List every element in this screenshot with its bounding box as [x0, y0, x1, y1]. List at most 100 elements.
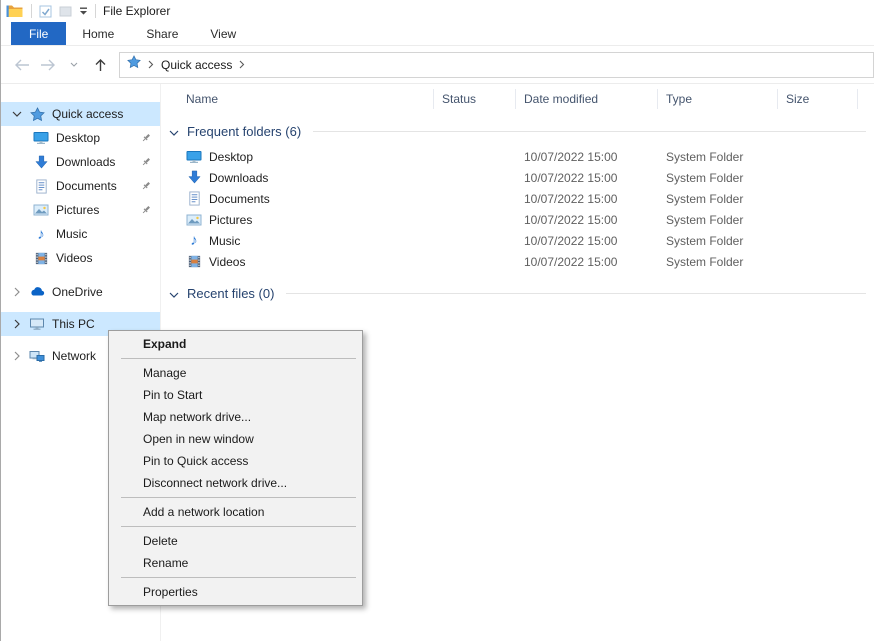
- menu-item-pin-to-quick-access[interactable]: Pin to Quick access: [109, 450, 362, 472]
- documents-icon: [186, 191, 202, 207]
- pin-icon: [140, 180, 152, 195]
- tab-home[interactable]: Home: [66, 22, 130, 45]
- window-title: File Explorer: [103, 4, 170, 18]
- new-folder-icon[interactable]: [59, 5, 72, 18]
- group-header-recent-files[interactable]: Recent files (0): [169, 282, 866, 304]
- sidebar-item-downloads[interactable]: Downloads: [1, 150, 160, 174]
- column-header-status[interactable]: Status: [434, 89, 516, 109]
- sidebar-item-label: Desktop: [56, 131, 100, 145]
- sidebar-item-desktop[interactable]: Desktop: [1, 126, 160, 150]
- forward-button[interactable]: [35, 52, 61, 78]
- sidebar-item-quick-access[interactable]: Quick access: [1, 102, 160, 126]
- menu-item-pin-to-start[interactable]: Pin to Start: [109, 384, 362, 406]
- column-header-type[interactable]: Type: [658, 89, 778, 109]
- file-type: System Folder: [658, 230, 778, 251]
- menu-item-disconnect-network-drive[interactable]: Disconnect network drive...: [109, 472, 362, 494]
- file-type: System Folder: [658, 167, 778, 188]
- file-type: System Folder: [658, 209, 778, 230]
- chevron-down-icon[interactable]: [169, 124, 179, 139]
- group-rule: [313, 131, 866, 132]
- file-type: System Folder: [658, 251, 778, 272]
- file-row-music[interactable]: ♪ Music 10/07/2022 15:00 System Folder: [161, 230, 874, 251]
- menu-item-add-a-network-location[interactable]: Add a network location: [109, 501, 362, 523]
- file-type: System Folder: [658, 146, 778, 167]
- sidebar-item-label: Videos: [56, 251, 92, 265]
- file-row-videos[interactable]: Videos 10/07/2022 15:00 System Folder: [161, 251, 874, 272]
- file-name: Downloads: [209, 171, 268, 185]
- file-status: [434, 209, 516, 230]
- file-row-documents[interactable]: Documents 10/07/2022 15:00 System Folder: [161, 188, 874, 209]
- tab-file[interactable]: File: [11, 22, 66, 45]
- file-status: [434, 230, 516, 251]
- pictures-icon: [33, 202, 49, 218]
- menu-separator: [121, 497, 356, 498]
- properties-icon[interactable]: [39, 5, 52, 18]
- file-row-pictures[interactable]: Pictures 10/07/2022 15:00 System Folder: [161, 209, 874, 230]
- file-row-downloads[interactable]: Downloads 10/07/2022 15:00 System Folder: [161, 167, 874, 188]
- tab-share[interactable]: Share: [130, 22, 194, 45]
- file-date-modified: 10/07/2022 15:00: [516, 167, 658, 188]
- file-date-modified: 10/07/2022 15:00: [516, 209, 658, 230]
- chevron-down-icon[interactable]: [169, 286, 179, 301]
- column-header-name[interactable]: Name: [161, 89, 434, 109]
- group-label: Frequent folders (6): [187, 124, 301, 139]
- breadcrumb-chevron-icon[interactable]: [148, 56, 154, 74]
- desktop-icon: [33, 130, 49, 146]
- sidebar-item-label: OneDrive: [52, 285, 103, 299]
- back-button[interactable]: [9, 52, 35, 78]
- file-date-modified: 10/07/2022 15:00: [516, 146, 658, 167]
- sidebar-item-videos[interactable]: Videos: [1, 246, 160, 270]
- menu-separator: [121, 577, 356, 578]
- ribbon-tabs: File Home Share View: [1, 22, 874, 46]
- quick-access-star-icon: [29, 106, 45, 122]
- downloads-icon: [186, 170, 202, 186]
- menu-item-rename[interactable]: Rename: [109, 552, 362, 574]
- breadcrumb-item[interactable]: Quick access: [161, 58, 232, 72]
- menu-item-expand[interactable]: Expand: [109, 333, 362, 355]
- chevron-right-icon[interactable]: [10, 351, 24, 361]
- chevron-down-icon[interactable]: [10, 111, 24, 117]
- group-rule: [286, 293, 866, 294]
- sidebar-item-onedrive[interactable]: OneDrive: [1, 280, 160, 304]
- sidebar-item-label: Pictures: [56, 203, 99, 217]
- address-bar: Quick access: [1, 46, 874, 84]
- column-header-size[interactable]: Size: [778, 89, 858, 109]
- menu-separator: [121, 358, 356, 359]
- file-date-modified: 10/07/2022 15:00: [516, 251, 658, 272]
- chevron-right-icon[interactable]: [10, 319, 24, 329]
- pin-icon: [140, 156, 152, 171]
- sidebar-item-documents[interactable]: Documents: [1, 174, 160, 198]
- file-status: [434, 188, 516, 209]
- breadcrumb-chevron-icon[interactable]: [239, 56, 245, 74]
- menu-item-manage[interactable]: Manage: [109, 362, 362, 384]
- menu-item-delete[interactable]: Delete: [109, 530, 362, 552]
- titlebar-separator: [31, 4, 32, 18]
- address-input[interactable]: Quick access: [119, 52, 874, 78]
- file-row-desktop[interactable]: Desktop 10/07/2022 15:00 System Folder: [161, 146, 874, 167]
- quick-access-star-icon: [127, 55, 141, 74]
- tab-view[interactable]: View: [194, 22, 252, 45]
- file-name: Videos: [209, 255, 245, 269]
- file-status: [434, 251, 516, 272]
- pin-icon: [140, 204, 152, 219]
- onedrive-icon: [29, 284, 45, 300]
- music-icon: ♪: [186, 233, 202, 249]
- sidebar-item-music[interactable]: ♪ Music: [1, 222, 160, 246]
- music-icon: ♪: [33, 226, 49, 242]
- sidebar-item-pictures[interactable]: Pictures: [1, 198, 160, 222]
- downloads-icon: [33, 154, 49, 170]
- up-button[interactable]: [87, 52, 113, 78]
- menu-item-map-network-drive[interactable]: Map network drive...: [109, 406, 362, 428]
- titlebar-separator: [95, 4, 96, 18]
- recent-locations-dropdown-icon[interactable]: [61, 52, 87, 78]
- chevron-right-icon[interactable]: [10, 287, 24, 297]
- menu-item-open-in-new-window[interactable]: Open in new window: [109, 428, 362, 450]
- group-header-frequent-folders[interactable]: Frequent folders (6): [169, 120, 866, 142]
- menu-item-properties[interactable]: Properties: [109, 581, 362, 603]
- network-icon: [29, 348, 45, 364]
- context-menu: Expand Manage Pin to Start Map network d…: [108, 330, 363, 606]
- pictures-icon: [186, 212, 202, 228]
- group-label: Recent files (0): [187, 286, 274, 301]
- column-header-date-modified[interactable]: Date modified: [516, 89, 658, 109]
- customize-quick-access-toolbar-icon[interactable]: [79, 7, 88, 15]
